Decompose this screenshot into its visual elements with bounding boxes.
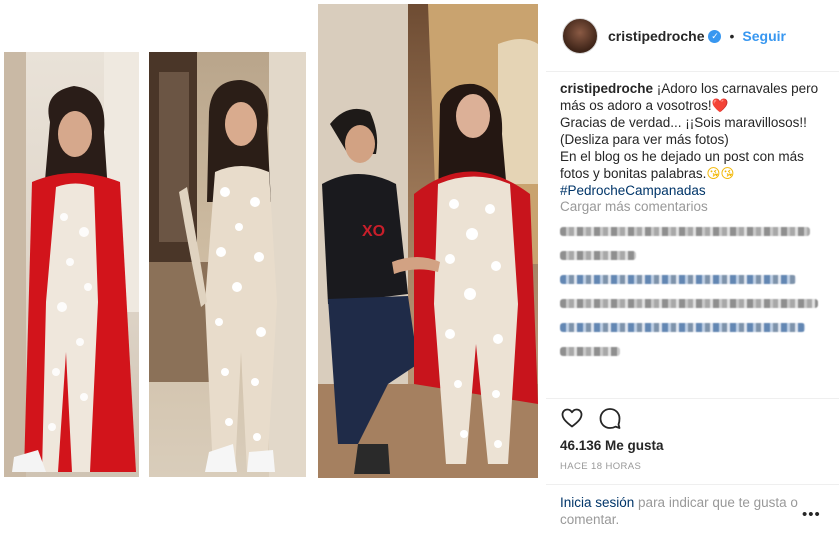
header-username[interactable]: cristipedroche: [608, 28, 704, 44]
photo-man-lace-jumpsuit: [149, 52, 306, 477]
photo-1-illustration: [4, 52, 139, 477]
caption-hashtag[interactable]: #PedrocheCampanadas: [560, 183, 706, 198]
kiss-emoji-icon: 😘😘: [706, 166, 735, 181]
post-media-collage[interactable]: XO: [0, 0, 546, 538]
blurred-comment: [560, 246, 835, 265]
post-actions: [560, 406, 622, 430]
caption-text-line2: Gracias de verdad... ¡¡Sois maravillosos…: [560, 115, 807, 130]
actions-divider: [546, 398, 839, 399]
blurred-comment: [560, 318, 835, 337]
avatar[interactable]: [562, 18, 598, 54]
blurred-comment: [560, 294, 835, 313]
login-prompt: Inicia sesión para indicar que te gusta …: [560, 494, 800, 528]
post-caption: cristipedroche ¡Adoro los carnavales per…: [560, 80, 830, 199]
verified-badge-icon: ✓: [708, 29, 722, 43]
photo-3-illustration: XO: [318, 4, 538, 478]
photo-2-illustration: [149, 52, 306, 477]
blurred-comment: [560, 270, 835, 289]
blurred-comment: [560, 342, 835, 361]
caption-text-line3: (Desliza para ver más fotos): [560, 132, 729, 147]
post-header: cristipedroche ✓ • Seguir: [562, 16, 786, 56]
caption-username[interactable]: cristipedroche: [560, 81, 653, 96]
photo-man-red-cape-front: [4, 52, 139, 477]
blurred-comment: [560, 222, 835, 241]
heart-outline-icon[interactable]: [560, 406, 584, 430]
svg-text:XO: XO: [362, 223, 385, 240]
likes-count[interactable]: 46.136 Me gusta: [560, 438, 664, 453]
follow-button[interactable]: Seguir: [742, 28, 786, 44]
header-separator: •: [729, 28, 735, 44]
comments-list: [560, 222, 835, 366]
login-link[interactable]: Inicia sesión: [560, 495, 634, 510]
more-options-icon[interactable]: •••: [802, 506, 821, 523]
post-side-panel: cristipedroche ✓ • Seguir cristipedroche…: [546, 0, 839, 538]
load-more-comments[interactable]: Cargar más comentarios: [560, 199, 708, 214]
red-heart-emoji-icon: ❤️: [711, 98, 729, 113]
post-timestamp[interactable]: HACE 18 HORAS: [560, 461, 641, 472]
login-divider: [546, 484, 839, 485]
header-divider: [546, 71, 839, 72]
caption-text-line4: En el blog os he dejado un post con más …: [560, 149, 804, 181]
photo-couple-red-cape: XO: [318, 4, 538, 478]
comment-bubble-icon[interactable]: [598, 406, 622, 430]
